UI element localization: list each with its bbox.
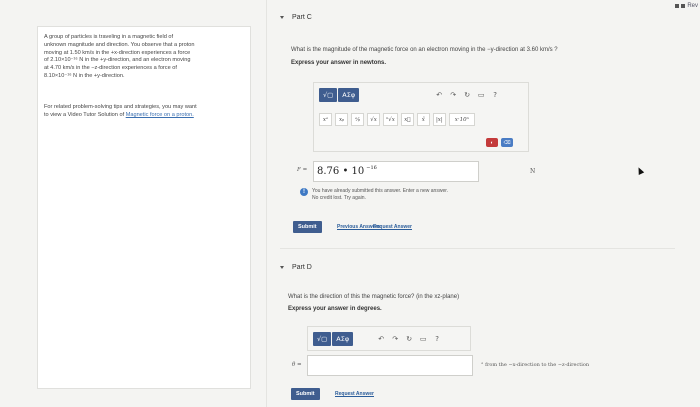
- problem-panel: A group of particles is traveling in a m…: [37, 26, 251, 389]
- part-c-question: What is the magnitude of the magnetic fo…: [291, 47, 558, 53]
- part-d-instruction: Express your answer in degrees.: [288, 306, 382, 312]
- templates-button[interactable]: √▢: [319, 88, 338, 102]
- subscript-button[interactable]: xᵦ: [335, 113, 348, 126]
- feedback-text: You have already submitted this answer. …: [312, 188, 448, 201]
- part-c-answer-input[interactable]: 8.76 • 10 −16: [313, 161, 479, 182]
- video-tutor-link[interactable]: Magnetic force on a proton.: [126, 112, 194, 118]
- keypad-icon[interactable]: ⌫: [501, 138, 513, 147]
- greek-symbols-button[interactable]: ΑΣφ: [338, 88, 360, 102]
- toggle-icon[interactable]: ◐: [486, 138, 498, 147]
- reset-icon[interactable]: ↻: [460, 91, 474, 99]
- part-c-request-answer-link[interactable]: Request Answer: [373, 224, 412, 230]
- mouse-cursor-icon: [635, 166, 645, 175]
- feedback-line: You have already submitted this answer. …: [312, 188, 449, 194]
- toolbar-top-row: √▢ ΑΣφ ↶ ↷ ↻ ▭ ?: [319, 88, 502, 102]
- part-c-unit-label: N: [530, 168, 536, 175]
- square-root-button[interactable]: √x: [367, 113, 380, 126]
- part-d-question: What is the direction of this the magnet…: [288, 294, 460, 300]
- undo-icon[interactable]: ↶: [374, 335, 388, 343]
- absolute-value-button[interactable]: |x|: [432, 113, 446, 126]
- part-d-unit-label: ° from the −x-direction to the −z-direct…: [481, 362, 590, 368]
- reset-icon[interactable]: ↻: [402, 335, 416, 343]
- menu-square-icon: [681, 4, 686, 8]
- feedback-line: No credit lost. Try again.: [312, 194, 366, 201]
- collapse-caret-icon[interactable]: [280, 16, 284, 19]
- part-c-title: Part C: [292, 14, 312, 21]
- undo-icon[interactable]: ↶: [432, 91, 446, 99]
- tips-line: For related problem-solving tips and str…: [44, 104, 197, 110]
- collapse-caret-icon[interactable]: [280, 266, 284, 269]
- top-right-badge: Rev: [675, 3, 698, 9]
- part-c-submit-button[interactable]: Submit: [293, 221, 322, 233]
- part-divider: [280, 248, 675, 249]
- problem-line: at 4.70 km/s in the −z-direction experie…: [44, 65, 177, 72]
- fraction-button[interactable]: ᵃ⁄ᵦ: [351, 113, 364, 126]
- help-icon[interactable]: ?: [430, 335, 444, 343]
- greek-symbols-button[interactable]: ΑΣφ: [332, 332, 354, 346]
- part-d-submit-button[interactable]: Submit: [291, 388, 320, 400]
- answer-exponent: −16: [366, 164, 377, 171]
- help-icon[interactable]: ?: [488, 91, 502, 99]
- redo-icon[interactable]: ↷: [446, 91, 460, 99]
- toolbar-small-row: ◐ ⌫: [486, 138, 513, 147]
- part-d-variable-label: θ =: [292, 362, 302, 368]
- part-c-feedback: ! You have already submitted this answer…: [300, 188, 448, 201]
- part-d-request-answer-link[interactable]: Request Answer: [335, 391, 374, 397]
- redo-icon[interactable]: ↷: [388, 335, 402, 343]
- nth-root-button[interactable]: ⁿ√x: [383, 113, 398, 126]
- info-icon: !: [300, 188, 308, 196]
- column-divider: [266, 0, 267, 407]
- scientific-notation-button[interactable]: x·10ⁿ: [448, 113, 475, 126]
- superscript-button[interactable]: xᵃ: [319, 113, 332, 126]
- part-d-equation-toolbar: √▢ ΑΣφ ↶ ↷ ↻ ▭ ?: [307, 326, 471, 351]
- problem-tips: For related problem-solving tips and str…: [44, 104, 244, 120]
- problem-line: of 2.10×10⁻¹⁶ N in the +y-direction, and…: [44, 57, 191, 64]
- keyboard-icon[interactable]: ▭: [474, 91, 488, 99]
- part-c-variable-label: F =: [297, 167, 308, 173]
- page: Rev A group of particles is traveling in…: [0, 0, 700, 407]
- toolbar-top-row: √▢ ΑΣφ ↶ ↷ ↻ ▭ ?: [313, 332, 444, 346]
- part-d-header[interactable]: Part D: [280, 264, 312, 271]
- vector-button[interactable]: x⃗: [400, 113, 414, 126]
- problem-line: 8.10×10⁻¹⁶ N in the +y-direction.: [44, 72, 125, 79]
- templates-button[interactable]: √▢: [313, 332, 332, 346]
- problem-line: A group of particles is traveling in a m…: [44, 34, 174, 40]
- tips-line: to view a Video Tutor Solution of Magnet…: [44, 112, 244, 120]
- top-badge-text: Rev: [687, 3, 698, 9]
- keyboard-icon[interactable]: ▭: [416, 335, 430, 343]
- answer-mantissa: 8.76 • 10: [317, 166, 365, 177]
- part-c-instruction: Express your answer in newtons.: [291, 60, 387, 66]
- part-d-title: Part D: [292, 264, 312, 271]
- problem-line: unknown magnitude and direction. You obs…: [44, 41, 195, 48]
- problem-statement: A group of particles is traveling in a m…: [44, 34, 244, 81]
- menu-square-icon: [675, 4, 680, 8]
- tips-line-text: to view a Video Tutor Solution of: [44, 111, 126, 118]
- unit-vector-button[interactable]: x̂: [416, 113, 430, 126]
- part-c-equation-toolbar: √▢ ΑΣφ ↶ ↷ ↻ ▭ ? xᵃ xᵦ ᵃ⁄ᵦ √x ⁿ√x x⃗ x̂ …: [313, 82, 529, 152]
- toolbar-math-row: xᵃ xᵦ ᵃ⁄ᵦ √x ⁿ√x x⃗ x̂ |x| x·10ⁿ: [319, 113, 478, 126]
- part-d-answer-input[interactable]: [307, 355, 473, 376]
- part-c-header[interactable]: Part C: [280, 14, 312, 21]
